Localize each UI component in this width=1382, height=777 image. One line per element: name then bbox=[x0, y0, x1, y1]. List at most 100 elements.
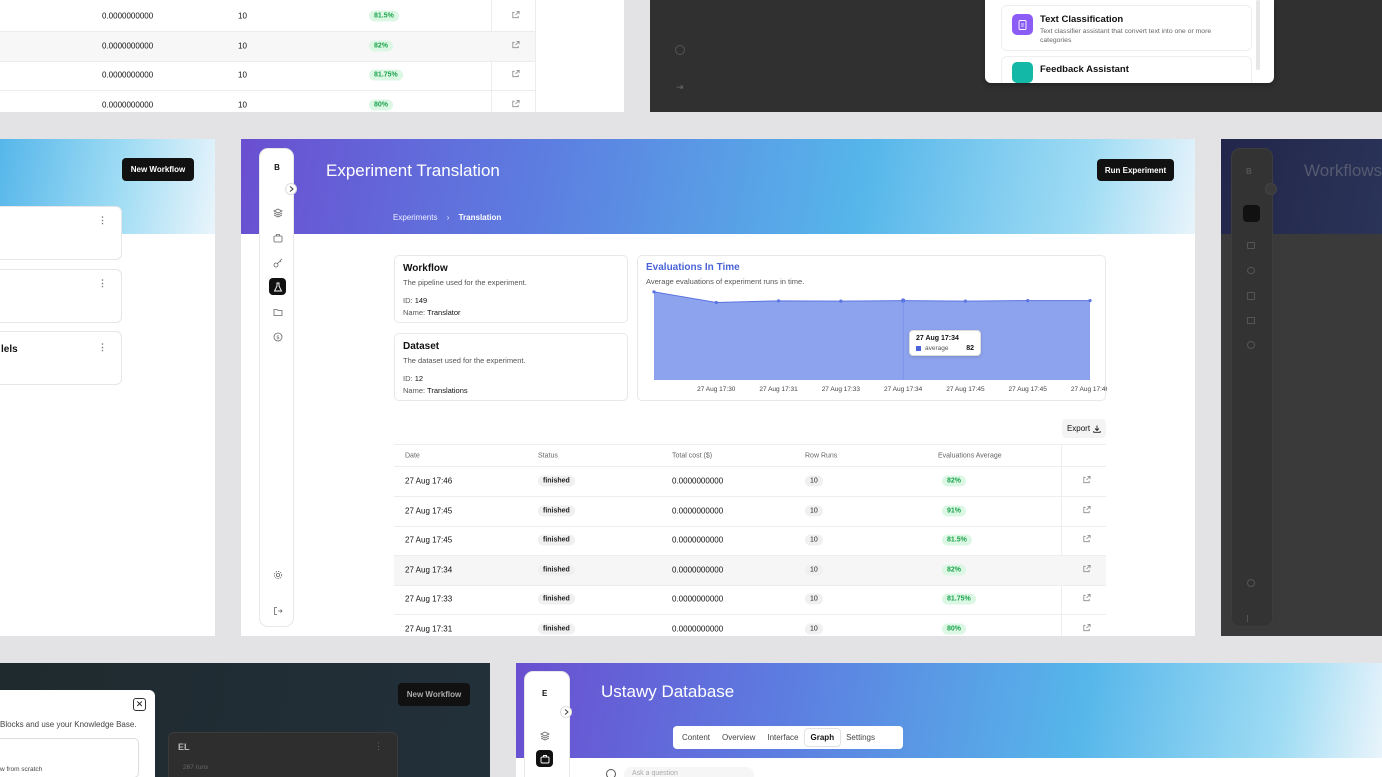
data-point[interactable] bbox=[714, 300, 718, 305]
new-workflow-button[interactable]: New Workflow bbox=[122, 158, 194, 181]
evaluations-chart-card: Evaluations In Time Average evaluations … bbox=[637, 255, 1107, 401]
cost-cell: 0.0000000000 bbox=[672, 476, 724, 486]
avatar[interactable]: B bbox=[1246, 167, 1252, 176]
kebab-menu-icon[interactable]: ⋮ bbox=[98, 278, 107, 289]
flask-icon[interactable] bbox=[1247, 292, 1255, 300]
tooltip-date: 27 Aug 17:34 bbox=[916, 335, 959, 342]
tab-overview[interactable]: Overview bbox=[716, 729, 761, 746]
settings-icon[interactable] bbox=[1247, 579, 1255, 587]
external-link-icon[interactable] bbox=[1082, 624, 1091, 635]
table-row[interactable]: 27 Aug 17:34 finished 0.0000000000 10 82% bbox=[394, 556, 1106, 586]
dataset-name: Name: Translations bbox=[403, 386, 468, 395]
data-point[interactable] bbox=[839, 299, 843, 303]
scrollbar[interactable] bbox=[1256, 0, 1260, 70]
table-row[interactable]: 0.0000000000 10 82% bbox=[0, 32, 535, 62]
expand-sidebar-icon[interactable] bbox=[1265, 183, 1277, 195]
external-link-icon[interactable] bbox=[1082, 535, 1091, 546]
chart-tooltip: 27 Aug 17:34 average 82 bbox=[909, 330, 981, 356]
page-title: Experiment Translation bbox=[326, 161, 500, 180]
run-experiment-button[interactable]: Run Experiment bbox=[1097, 159, 1174, 181]
folder-icon[interactable] bbox=[1247, 317, 1255, 324]
table-row[interactable]: 0.0000000000 10 81.5% bbox=[0, 2, 535, 32]
export-button[interactable]: Export bbox=[1062, 419, 1106, 438]
dollar-icon[interactable] bbox=[1247, 341, 1255, 349]
briefcase-icon[interactable] bbox=[1247, 242, 1255, 249]
data-point[interactable] bbox=[652, 290, 656, 294]
key-icon[interactable] bbox=[1247, 267, 1255, 274]
date-cell: 27 Aug 17:46 bbox=[405, 476, 453, 486]
dollar-icon[interactable]: $ bbox=[269, 328, 286, 345]
tab-settings[interactable]: Settings bbox=[840, 729, 881, 746]
sidebar: B bbox=[1231, 148, 1273, 627]
gear-icon[interactable] bbox=[675, 45, 685, 55]
layers-icon[interactable] bbox=[540, 728, 550, 746]
external-link-icon[interactable] bbox=[511, 100, 520, 111]
external-link-icon[interactable] bbox=[1082, 594, 1091, 605]
layers-icon[interactable] bbox=[1243, 205, 1260, 222]
briefcase-icon[interactable] bbox=[269, 229, 286, 246]
external-link-icon[interactable] bbox=[1082, 506, 1091, 517]
new-workflow-button[interactable]: New Workflow bbox=[398, 683, 470, 706]
workflow-card[interactable]: EL ⋮ 267 runs bbox=[168, 732, 398, 777]
date-cell: 27 Aug 17:33 bbox=[405, 594, 453, 604]
date-cell: 27 Aug 17:45 bbox=[405, 506, 453, 516]
logout-icon[interactable] bbox=[1247, 615, 1255, 622]
expand-sidebar-icon[interactable] bbox=[560, 706, 572, 718]
breadcrumb-root[interactable]: Experiments bbox=[393, 213, 437, 222]
settings-icon[interactable] bbox=[269, 566, 286, 583]
table-row[interactable]: 27 Aug 17:45 finished 0.0000000000 10 91% bbox=[394, 497, 1106, 527]
kebab-menu-icon[interactable]: ⋮ bbox=[98, 215, 107, 226]
close-icon[interactable]: ✕ bbox=[133, 698, 146, 711]
data-point[interactable] bbox=[963, 299, 968, 303]
tab-interface[interactable]: Interface bbox=[761, 729, 804, 746]
briefcase-icon[interactable] bbox=[536, 750, 553, 767]
workflow-card[interactable]: lels ⋮ bbox=[0, 331, 122, 385]
tab-content[interactable]: Content bbox=[676, 729, 716, 746]
gear-icon[interactable] bbox=[606, 769, 616, 777]
header-row-runs[interactable]: Row Runs bbox=[805, 453, 837, 460]
data-point[interactable] bbox=[1026, 298, 1030, 303]
table-row[interactable]: 0.0000000000 10 80% bbox=[0, 91, 535, 112]
workflow-card[interactable]: ⋮ bbox=[0, 269, 122, 323]
bottom-right-database-panel: E Ustawy Database Content Overview Inter… bbox=[516, 663, 1382, 777]
avatar[interactable]: E bbox=[542, 689, 547, 698]
template-item[interactable]: Feedback Assistant bbox=[1001, 56, 1252, 83]
tab-graph[interactable]: Graph bbox=[804, 729, 841, 746]
search-input[interactable]: Ask a question bbox=[624, 767, 754, 777]
flask-icon[interactable] bbox=[269, 278, 286, 295]
kebab-menu-icon[interactable]: ⋮ bbox=[98, 342, 107, 353]
external-link-icon[interactable] bbox=[511, 41, 520, 52]
x-tick-label: 27 Aug 17:31 bbox=[759, 386, 798, 393]
table-row[interactable]: 27 Aug 17:33 finished 0.0000000000 10 81.75% bbox=[394, 585, 1106, 615]
runs-badge: 10 bbox=[805, 534, 823, 546]
layers-icon[interactable] bbox=[269, 204, 286, 221]
logout-icon[interactable] bbox=[269, 602, 286, 619]
avatar[interactable]: B bbox=[270, 163, 284, 172]
data-point[interactable] bbox=[1088, 298, 1092, 303]
external-link-icon[interactable] bbox=[1082, 565, 1091, 576]
export-label: Export bbox=[1066, 424, 1091, 433]
data-point[interactable] bbox=[776, 299, 781, 303]
expand-sidebar-icon[interactable] bbox=[285, 183, 297, 195]
table-row[interactable]: 27 Aug 17:46 finished 0.0000000000 10 82% bbox=[394, 467, 1106, 497]
folder-icon[interactable] bbox=[269, 303, 286, 320]
workflow-card[interactable]: ⋮ bbox=[0, 206, 122, 260]
external-link-icon[interactable] bbox=[511, 11, 520, 22]
header-date[interactable]: Date bbox=[405, 453, 420, 460]
table-row[interactable]: 0.0000000000 10 81.75% bbox=[0, 61, 535, 91]
breadcrumb-current: Translation bbox=[458, 213, 502, 222]
kebab-menu-icon[interactable]: ⋮ bbox=[374, 741, 383, 752]
table-row[interactable]: 27 Aug 17:31 finished 0.0000000000 10 80% bbox=[394, 615, 1106, 636]
table-row[interactable]: 27 Aug 17:45 finished 0.0000000000 10 81.5% bbox=[394, 526, 1106, 556]
logout-icon[interactable]: ⇥ bbox=[676, 82, 684, 93]
key-icon[interactable] bbox=[269, 254, 286, 271]
sidebar: B $ bbox=[259, 148, 294, 627]
template-item[interactable]: Text Classification Text classifier assi… bbox=[1001, 5, 1252, 51]
external-link-icon[interactable] bbox=[1082, 476, 1091, 487]
cost-cell: 0.0000000000 bbox=[102, 70, 154, 80]
external-link-icon[interactable] bbox=[511, 70, 520, 81]
header-evaluations-average[interactable]: Evaluations Average bbox=[938, 453, 1002, 460]
header-cost[interactable]: Total cost ($) bbox=[672, 453, 712, 460]
header-status[interactable]: Status bbox=[538, 453, 558, 460]
status-badge: finished bbox=[538, 534, 575, 546]
